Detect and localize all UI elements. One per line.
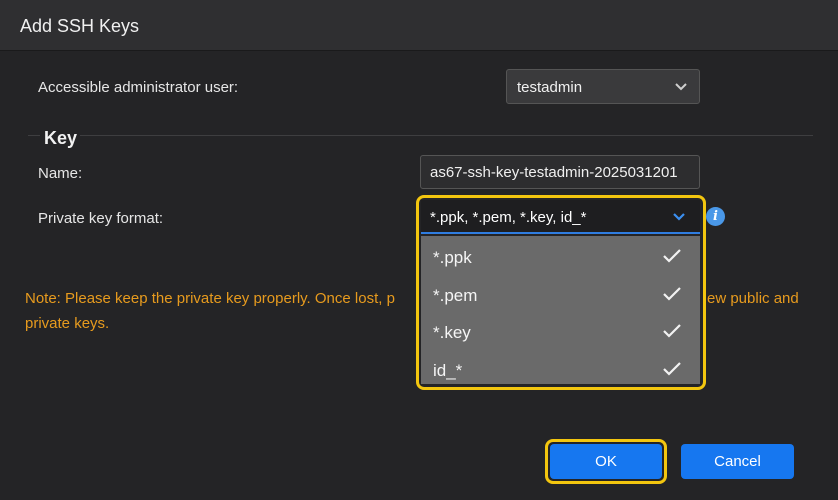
cancel-button[interactable]: Cancel	[681, 444, 794, 479]
dialog-title: Add SSH Keys	[20, 16, 140, 36]
note-text-line1-start: Note: Please keep the private key proper…	[25, 290, 395, 307]
section-divider	[80, 135, 813, 136]
admin-user-select[interactable]: testadmin	[506, 69, 700, 104]
chevron-down-icon	[675, 83, 687, 91]
dropdown-highlight	[416, 195, 706, 390]
note-text-line2: private keys.	[25, 315, 110, 332]
key-section-title: Key	[44, 128, 78, 148]
info-icon[interactable]: i	[706, 207, 725, 226]
name-input-value: as67-ssh-key-testadmin-2025031201	[430, 164, 678, 181]
name-label: Name:	[38, 165, 83, 182]
name-input[interactable]: as67-ssh-key-testadmin-2025031201	[420, 155, 700, 189]
admin-user-label: Accessible administrator user:	[38, 79, 239, 96]
note-text-line1-end: ew public and	[707, 290, 799, 307]
private-key-format-label: Private key format:	[38, 210, 164, 227]
admin-user-value: testadmin	[517, 79, 583, 96]
dialog-titlebar: Add SSH Keys	[0, 0, 838, 51]
section-divider-left	[28, 135, 40, 136]
ok-button-highlight	[545, 439, 667, 484]
